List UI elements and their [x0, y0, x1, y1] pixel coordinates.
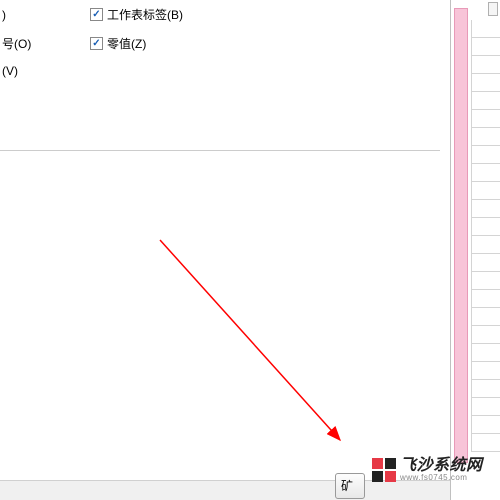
- option-left-3: (V): [0, 64, 90, 78]
- option-right-2: 零值(Z): [90, 35, 146, 52]
- grid-row[interactable]: [471, 200, 500, 218]
- watermark-title: 飞沙系统网: [400, 457, 483, 475]
- grid-row[interactable]: [471, 92, 500, 110]
- grid-row[interactable]: [471, 254, 500, 272]
- option-row-1: ) 工作表标签(B): [0, 0, 450, 29]
- section-divider: [0, 150, 440, 151]
- annotation-arrow-icon: [150, 230, 370, 470]
- grid-row[interactable]: [471, 38, 500, 56]
- grid-row[interactable]: [471, 380, 500, 398]
- grid-row[interactable]: [471, 20, 500, 38]
- grid-row[interactable]: [471, 236, 500, 254]
- checkbox-zero-values[interactable]: [90, 37, 103, 50]
- grid-row[interactable]: [471, 272, 500, 290]
- checkbox-sheet-tabs[interactable]: [90, 8, 103, 21]
- grid-row[interactable]: [471, 326, 500, 344]
- grid-row[interactable]: [471, 308, 500, 326]
- grid-row[interactable]: [471, 290, 500, 308]
- grid-row[interactable]: [471, 74, 500, 92]
- grid-row[interactable]: [471, 164, 500, 182]
- grid-row[interactable]: [471, 146, 500, 164]
- grid-row[interactable]: [471, 398, 500, 416]
- grid-row[interactable]: [471, 110, 500, 128]
- watermark: 飞沙系统网 www.fs0745.com: [370, 456, 483, 484]
- options-panel: ) 工作表标签(B) 号(O) 零值(Z) (V): [0, 0, 450, 84]
- grid-row[interactable]: [471, 416, 500, 434]
- option-left-2: 号(O): [0, 35, 90, 52]
- grid-row[interactable]: [471, 434, 500, 452]
- pink-column-header[interactable]: [454, 8, 468, 463]
- option-right-1: 工作表标签(B): [90, 6, 183, 23]
- grid-row[interactable]: [471, 218, 500, 236]
- grid-row[interactable]: [471, 182, 500, 200]
- sheet-corner: [488, 2, 498, 16]
- option-row-2: 号(O) 零值(Z): [0, 29, 450, 58]
- watermark-text: 飞沙系统网 www.fs0745.com: [400, 457, 483, 483]
- checkbox-label-sheet-tabs: 工作表标签(B): [107, 6, 183, 23]
- grid-row[interactable]: [471, 362, 500, 380]
- watermark-logo-icon: [370, 456, 398, 484]
- ok-button[interactable]: 矿: [335, 473, 365, 499]
- option-left-1: ): [0, 8, 90, 22]
- spreadsheet-background: [450, 0, 500, 500]
- spreadsheet-grid[interactable]: [471, 20, 500, 465]
- option-row-3: (V): [0, 58, 450, 84]
- watermark-url: www.fs0745.com: [400, 474, 483, 483]
- dialog-panel: ) 工作表标签(B) 号(O) 零值(Z) (V) 矿: [0, 0, 450, 500]
- grid-row[interactable]: [471, 344, 500, 362]
- grid-row[interactable]: [471, 56, 500, 74]
- checkbox-label-zero-values: 零值(Z): [107, 35, 146, 52]
- grid-row[interactable]: [471, 128, 500, 146]
